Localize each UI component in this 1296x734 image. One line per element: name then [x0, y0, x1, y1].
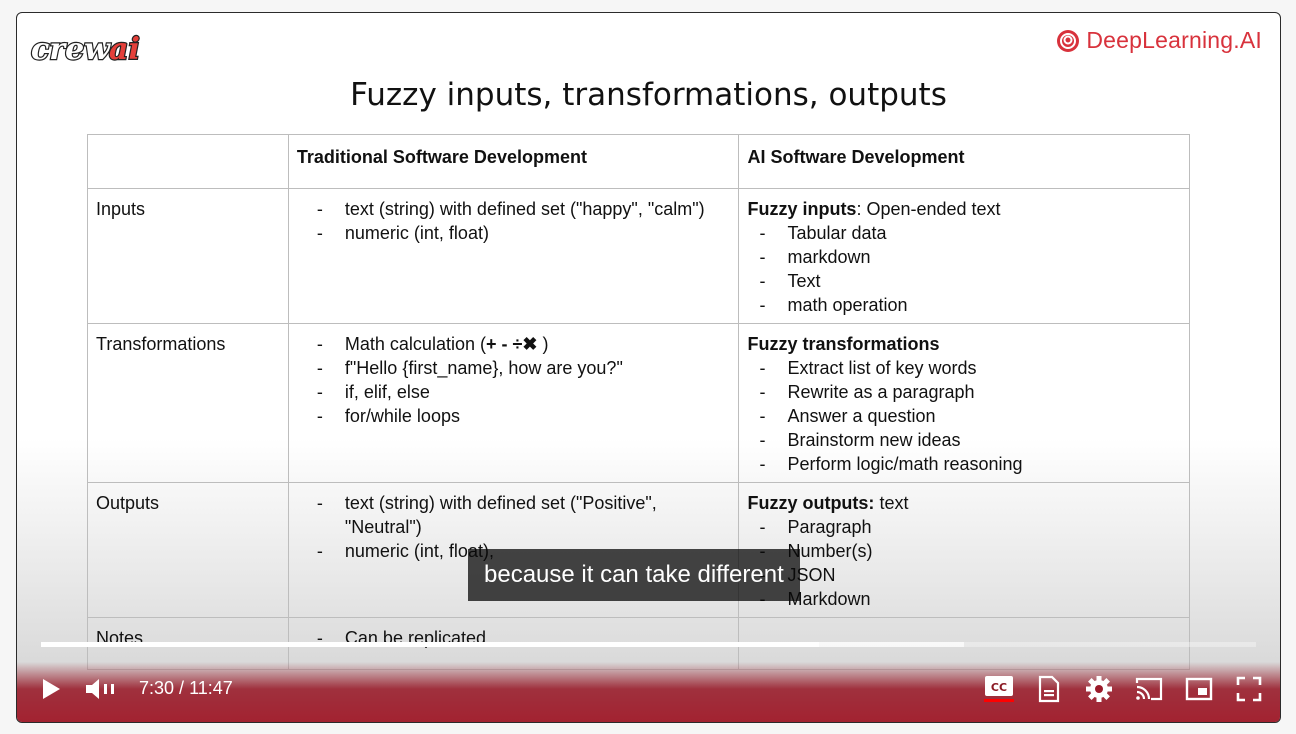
volume-icon [86, 679, 114, 699]
list-item: numeric (int, float) [317, 221, 731, 245]
play-icon [43, 679, 60, 699]
transcript-button[interactable] [1033, 669, 1065, 709]
ai-cell-title: Fuzzy transformations [747, 334, 940, 354]
svg-text:ai: ai [109, 32, 140, 67]
ai-cell-title: Fuzzy outputs: [747, 493, 875, 513]
traditional-cell: text (string) with defined set ("happy",… [287, 188, 740, 324]
list-item: Markdown [759, 587, 1181, 611]
settings-button[interactable] [1083, 669, 1115, 709]
list-item-text: ) [537, 334, 549, 354]
list-item: JSON [759, 563, 1181, 587]
fullscreen-button[interactable] [1233, 669, 1265, 709]
deeplearning-logo-text: DeepLearning.AI [1086, 27, 1262, 53]
subtitle-caption: because it can take different [468, 549, 800, 601]
time-separator: / [174, 678, 190, 698]
ai-cell: Fuzzy transformations Extract list of ke… [738, 323, 1190, 483]
time-total: 11:47 [189, 678, 233, 698]
miniplayer-icon [1185, 677, 1213, 701]
row-label: Outputs [87, 482, 289, 618]
ai-cell-title: Fuzzy inputs [747, 199, 857, 219]
ai-cell: Fuzzy outputs: text Paragraph Number(s) … [738, 482, 1190, 618]
table-row: Inputs text (string) with defined set ("… [87, 188, 1190, 324]
header-ai: AI Software Development [738, 134, 1190, 189]
ai-cell: Fuzzy inputs: Open-ended text Tabular da… [738, 188, 1190, 324]
svg-text:crew: crew [31, 32, 111, 67]
list-item: Extract list of key words [759, 356, 1181, 380]
play-button[interactable] [35, 669, 67, 709]
list-item: Paragraph [759, 515, 1181, 539]
traditional-cell: Math calculation (+ - ÷✖ ) f"Hello {firs… [287, 323, 740, 483]
list-item: Tabular data [759, 221, 1181, 245]
video-player[interactable]: crew ai DeepLearning.AI Fuzzy inputs, tr… [16, 12, 1281, 723]
list-item: Text [759, 269, 1181, 293]
cast-button[interactable] [1133, 669, 1165, 709]
list-item: math operation [759, 293, 1181, 317]
transcript-icon [1038, 675, 1060, 703]
subtitles-button[interactable]: CC [981, 669, 1017, 709]
header-traditional: Traditional Software Development [287, 134, 740, 189]
cast-icon [1135, 677, 1163, 701]
math-symbols: + - ÷✖ [485, 334, 538, 354]
list-item: if, elif, else [317, 380, 731, 404]
header-cell-empty [87, 134, 289, 189]
settings-icon [1086, 676, 1112, 702]
list-item: Number(s) [759, 539, 1181, 563]
row-label: Transformations [87, 323, 289, 483]
list-item: Math calculation (+ - ÷✖ ) [317, 332, 731, 356]
list-item: Rewrite as a paragraph [759, 380, 1181, 404]
subtitles-icon: CC [984, 675, 1014, 703]
row-label: Inputs [87, 188, 289, 324]
time-current: 7:30 [139, 678, 175, 698]
crewai-logo: crew ai [29, 29, 149, 74]
time-display: 7:30 / 11:47 [139, 678, 233, 699]
list-item: f"Hello {first_name}, how are you?" [317, 356, 731, 380]
progress-played [41, 642, 819, 647]
ai-cell-title-suffix: text [874, 493, 909, 513]
svg-text:CC: CC [991, 681, 1007, 694]
fullscreen-icon [1236, 676, 1262, 702]
list-item: text (string) with defined set ("happy",… [317, 197, 731, 221]
list-item: Perform logic/math reasoning [759, 452, 1181, 476]
list-item: Brainstorm new ideas [759, 428, 1181, 452]
deeplearning-ai-logo: DeepLearning.AI [1056, 27, 1262, 54]
slide-title: Fuzzy inputs, transformations, outputs [350, 77, 947, 113]
list-item: for/while loops [317, 404, 731, 428]
list-item: Answer a question [759, 404, 1181, 428]
ai-cell-title-suffix: : Open-ended text [856, 199, 1001, 219]
mute-button[interactable] [81, 669, 121, 709]
list-item: markdown [759, 245, 1181, 269]
progress-bar[interactable] [41, 642, 1256, 647]
table-header-row: Traditional Software Development AI Soft… [87, 134, 1190, 189]
deeplearning-logo-icon [1057, 29, 1080, 52]
player-controls: 7:30 / 11:47 CC [17, 669, 1280, 709]
table-row: Transformations Math calculation (+ - ÷✖… [87, 323, 1190, 483]
list-item-text: Math calculation ( [344, 334, 486, 354]
miniplayer-button[interactable] [1183, 669, 1215, 709]
list-item: text (string) with defined set ("Positiv… [317, 491, 731, 539]
